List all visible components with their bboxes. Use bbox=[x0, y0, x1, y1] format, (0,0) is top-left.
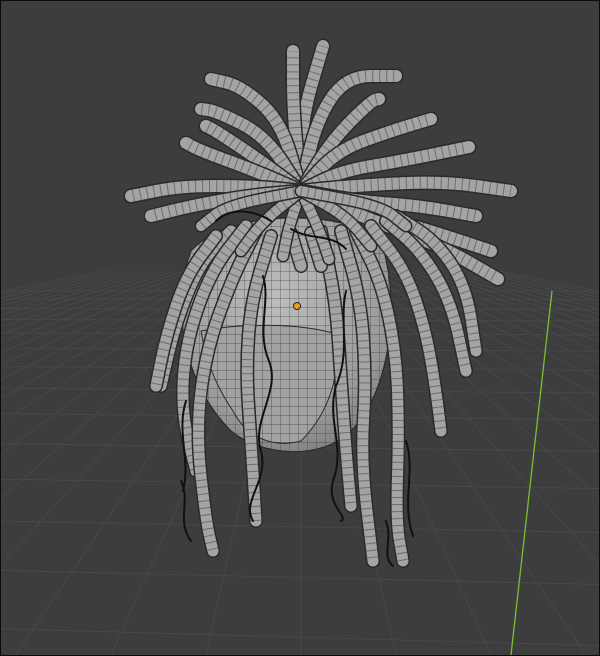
viewport-canvas[interactable] bbox=[1, 1, 599, 655]
grid-line bbox=[408, 270, 599, 343]
curl-strand bbox=[405, 440, 414, 537]
grid-line bbox=[1, 628, 599, 647]
grid-line bbox=[471, 270, 599, 302]
grid-line bbox=[1, 270, 131, 302]
grid-line bbox=[1, 520, 599, 533]
grid-line bbox=[1, 270, 158, 315]
grid-line bbox=[372, 270, 599, 398]
grid-line bbox=[1, 570, 599, 585]
grid-line bbox=[1, 270, 167, 321]
object-origin-icon[interactable] bbox=[293, 302, 301, 310]
grid-line bbox=[1, 270, 113, 296]
grid-line bbox=[381, 270, 599, 380]
hair-mesh-icon[interactable] bbox=[123, 38, 519, 568]
grid-line bbox=[489, 270, 599, 295]
grid-line bbox=[1, 270, 176, 327]
grid-line bbox=[462, 270, 599, 306]
grid-line bbox=[1, 270, 140, 306]
grid-line bbox=[1, 478, 599, 489]
grid-line bbox=[498, 270, 599, 292]
3d-viewport[interactable] bbox=[0, 0, 600, 656]
